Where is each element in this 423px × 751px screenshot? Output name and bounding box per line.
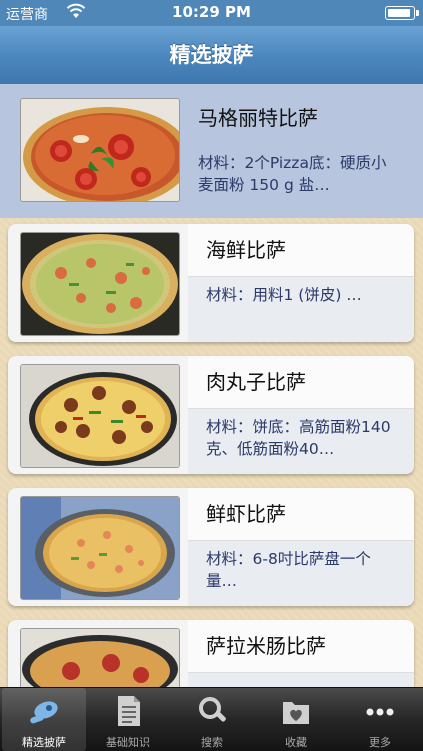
status-bar: 运营商 10:29 PM [0,0,423,26]
tab-label: 收藏 [285,736,307,749]
item-description: 材料：饼底：高筋面粉140克、低筋面粉40… [206,418,391,458]
list-item[interactable]: 马格丽特比萨 材料：2个Pizza底：硬质小麦面粉 150 g 盐… [0,84,423,218]
tab-favorites[interactable]: 收藏 [254,688,338,751]
item-title: 海鲜比萨 [206,238,286,262]
item-title: 萨拉米肠比萨 [206,634,326,658]
document-icon [118,696,140,726]
tab-search[interactable]: 搜索 [170,688,254,751]
tab-basics[interactable]: 基础知识 [86,688,170,751]
battery-icon [385,6,419,20]
meatball-pizza-image [20,364,180,468]
salami-pizza-image [20,628,180,687]
more-icon [366,708,394,716]
seafood-pizza-image [20,232,180,336]
tab-label: 搜索 [201,736,223,749]
tab-label: 精选披萨 [22,736,66,749]
item-description: 材料：2个Pizza底：硬质小麦面粉 150 g 盐… [198,154,387,194]
clock: 10:29 PM [172,3,251,21]
item-card[interactable]: 肉丸子比萨 材料：饼底：高筋面粉140克、低筋面粉40… [8,356,414,474]
item-title: 肉丸子比萨 [206,370,306,394]
shrimp-pizza-image [20,496,180,600]
pizza-cutter-icon [30,701,58,724]
item-description: 材料：用料1 (饼皮) … [206,286,362,304]
item-description: 材料：6-8吋比萨盘一个量… [206,550,371,590]
list-item[interactable]: 肉丸子比萨 材料：饼底：高筋面粉140克、低筋面粉40… [0,350,423,482]
search-icon [199,697,226,722]
tab-bar: 精选披萨 基础知识 搜索 收藏 更多 [0,687,423,751]
item-card[interactable]: 萨拉米肠比萨 [8,620,414,687]
navigation-bar: 精选披萨 [0,26,423,85]
item-card[interactable]: 海鲜比萨 材料：用料1 (饼皮) … [8,224,414,342]
list-item[interactable]: 鲜虾比萨 材料：6-8吋比萨盘一个量… [0,482,423,614]
tab-label: 基础知识 [106,736,150,749]
margherita-pizza-image [20,98,180,202]
tab-featured-pizza[interactable]: 精选披萨 [2,688,86,751]
tab-label: 更多 [369,736,391,749]
item-card[interactable]: 鲜虾比萨 材料：6-8吋比萨盘一个量… [8,488,414,606]
item-title: 马格丽特比萨 [198,106,318,130]
heart-folder-icon [283,702,309,724]
item-title: 鲜虾比萨 [206,502,286,526]
list-item[interactable]: 萨拉米肠比萨 [0,614,423,687]
list-item[interactable]: 海鲜比萨 材料：用料1 (饼皮) … [0,218,423,350]
pizza-list[interactable]: 马格丽特比萨 材料：2个Pizza底：硬质小麦面粉 150 g 盐… 海鲜比萨 … [0,84,423,687]
tab-more[interactable]: 更多 [338,688,422,751]
page-title: 精选披萨 [169,43,254,67]
